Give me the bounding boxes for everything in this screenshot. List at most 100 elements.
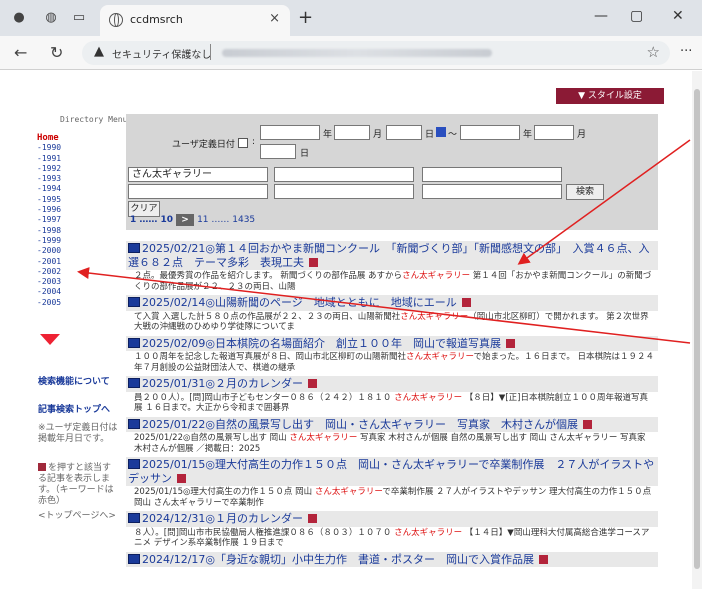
- newspaper-icon: [128, 418, 140, 429]
- article-title[interactable]: 2025/01/22◎自然の風景写し出す 岡山・さん太ギャラリー 写真家 木村さ…: [126, 416, 658, 432]
- start-day-input[interactable]: [386, 125, 422, 140]
- article-title[interactable]: 2025/02/21◎第１４回おかやま新聞コンクール 「新聞づくり部」「新聞感想…: [126, 241, 658, 270]
- year-link-2004[interactable]: -2004: [37, 287, 61, 297]
- article-title-text[interactable]: 2024/12/31◎１月のカレンダー: [142, 512, 303, 525]
- year-link-2001[interactable]: -2001: [37, 257, 61, 267]
- open-article-icon[interactable]: [461, 298, 471, 307]
- snippet-text: １００周年を記念した報道写真展が８日、岡山市北区柳町の山陽新聞社: [134, 352, 407, 362]
- tab-actions-icon[interactable]: ▭: [70, 9, 88, 27]
- url-separator: [210, 44, 211, 60]
- open-article-icon[interactable]: [539, 554, 548, 564]
- open-article-icon[interactable]: [308, 379, 317, 388]
- year-link-1999[interactable]: -1999: [37, 236, 61, 246]
- article-title[interactable]: 2025/02/14◎山陽新聞のページ 地域とともに 地域にエール: [126, 295, 658, 311]
- range-checkbox[interactable]: [436, 127, 446, 137]
- keyword-input-5[interactable]: [274, 184, 414, 199]
- article-title[interactable]: 2024/12/31◎１月のカレンダー: [126, 511, 658, 527]
- search-panel: ユーザ定義日付 : 年 月 日 ～ 年 月 日 さん太ギャラリー 検索 クリア …: [126, 114, 658, 230]
- maximize-button[interactable]: ▢: [630, 8, 643, 24]
- article-title-text[interactable]: 2025/01/22◎自然の風景写し出す 岡山・さん太ギャラリー 写真家 木村さ…: [142, 418, 578, 431]
- year-link-2000[interactable]: -2000: [37, 246, 61, 256]
- year-link-1994[interactable]: -1994: [37, 184, 61, 194]
- close-window-button[interactable]: ✕: [672, 8, 684, 24]
- article-item: 2025/01/31◎２月のカレンダー 員２００人）。[問]岡山市子どもセンター…: [126, 376, 658, 417]
- address-bar: ← ↻ ▲ セキュリティ保護なし ☆ ···: [0, 36, 702, 70]
- open-article-icon[interactable]: [177, 473, 186, 483]
- start-month-input[interactable]: [334, 125, 370, 140]
- article-item: 2025/02/21◎第１４回おかやま新聞コンクール 「新聞づくり部」「新聞感想…: [126, 241, 658, 295]
- year-link-1993[interactable]: -1993: [37, 174, 61, 184]
- new-tab-button[interactable]: +: [298, 7, 313, 28]
- keyword-highlight: さん太ギャラリー: [402, 271, 471, 281]
- article-title-text[interactable]: 2025/02/09◎日本棋院の名場面紹介 創立１００年 岡山で報道写真展: [142, 337, 501, 350]
- article-title[interactable]: 2025/02/09◎日本棋院の名場面紹介 創立１００年 岡山で報道写真展: [126, 335, 658, 351]
- end-day-label: 日: [300, 149, 310, 159]
- back-icon[interactable]: ←: [14, 43, 27, 62]
- workspaces-icon[interactable]: ◍: [42, 9, 60, 27]
- keyword-input-6[interactable]: [422, 184, 562, 199]
- year-link-2002[interactable]: -2002: [37, 267, 61, 277]
- search-top-link[interactable]: 記事検索トップへ: [38, 402, 118, 415]
- article-item: 2025/01/22◎自然の風景写し出す 岡山・さん太ギャラリー 写真家 木村さ…: [126, 416, 658, 458]
- tab-ccdmsrch[interactable]: ccdmsrch ×: [100, 5, 290, 36]
- favorite-star-icon[interactable]: ☆: [647, 43, 660, 61]
- pager-next-range[interactable]: 11 …… 1435: [197, 215, 255, 225]
- year-link-1995[interactable]: -1995: [37, 195, 61, 205]
- article-title-text[interactable]: 2025/02/21◎第１４回おかやま新聞コンクール 「新聞づくり部」「新聞感想…: [128, 242, 650, 269]
- article-title[interactable]: 2025/01/15◎理大付高生の力作１５０点 岡山・さん太ギャラリーで卒業制作…: [126, 457, 658, 486]
- warning-icon[interactable]: ▲: [94, 44, 104, 59]
- open-article-icon[interactable]: [583, 419, 592, 429]
- article-title[interactable]: 2024/12/17◎「身近な親切」小中生力作 書道・ポスター 岡山で入賞作品展: [126, 551, 658, 567]
- user-date-label: ユーザ定義日付: [172, 140, 235, 150]
- year-link-2003[interactable]: -2003: [37, 277, 61, 287]
- more-menu-icon[interactable]: ···: [680, 44, 692, 59]
- article-title-text[interactable]: 2025/01/15◎理大付高生の力作１５０点 岡山・さん太ギャラリーで卒業制作…: [128, 458, 654, 485]
- url-field[interactable]: ▲ セキュリティ保護なし ☆: [82, 41, 670, 65]
- scroll-down-arrow-icon[interactable]: [40, 334, 60, 345]
- colon-label: :: [252, 137, 256, 147]
- minimize-button[interactable]: —: [594, 8, 608, 24]
- year-link-1997[interactable]: -1997: [37, 215, 61, 225]
- pager-next-arrow[interactable]: >: [176, 214, 195, 226]
- pager-prev-range[interactable]: 1 …… 10: [130, 215, 173, 225]
- end-day-input[interactable]: [260, 144, 296, 159]
- open-article-icon[interactable]: [308, 514, 317, 523]
- open-article-note: を押すと該当する記事を表示します。（キーワードは赤色）: [38, 463, 118, 507]
- open-article-icon[interactable]: [506, 338, 515, 348]
- keyword-input-1[interactable]: さん太ギャラリー: [128, 167, 268, 182]
- year-link-1996[interactable]: -1996: [37, 205, 61, 215]
- keyword-highlight: さん太ギャラリー: [314, 487, 383, 497]
- year-link-1998[interactable]: -1998: [37, 226, 61, 236]
- keyword-highlight: さん太ギャラリー: [289, 433, 358, 443]
- year-link-1991[interactable]: -1991: [37, 154, 61, 164]
- style-settings-button[interactable]: ▼ スタイル設定: [556, 88, 664, 104]
- search-button[interactable]: 検索: [566, 184, 604, 200]
- year-link-1990[interactable]: -1990: [37, 143, 61, 153]
- tilde-label: ～: [448, 130, 458, 140]
- start-day-label: 日: [425, 130, 435, 140]
- start-year-input[interactable]: [260, 125, 320, 140]
- year-link-2005[interactable]: -2005: [37, 298, 61, 308]
- home-link[interactable]: Home: [37, 133, 61, 143]
- end-year-input[interactable]: [460, 125, 520, 140]
- close-tab-icon[interactable]: ×: [269, 11, 280, 26]
- keyword-input-4[interactable]: [128, 184, 268, 199]
- article-title-text[interactable]: 2025/02/14◎山陽新聞のページ 地域とともに 地域にエール: [142, 296, 457, 309]
- top-page-link[interactable]: <トップページへ>: [38, 511, 118, 522]
- user-date-checkbox[interactable]: [238, 138, 248, 148]
- snippet-text: ８人）。[問]岡山市市民協働局人権推進課０８６（８０３）１０７０: [134, 527, 395, 538]
- page-scrollbar[interactable]: [692, 71, 702, 589]
- article-title-text[interactable]: 2024/12/17◎「身近な親切」小中生力作 書道・ポスター 岡山で入賞作品展: [142, 553, 534, 566]
- article-title[interactable]: 2025/01/31◎２月のカレンダー: [126, 376, 658, 392]
- refresh-icon[interactable]: ↻: [50, 43, 63, 62]
- search-help-link[interactable]: 検索機能について: [38, 374, 118, 387]
- profile-icon[interactable]: ●: [10, 9, 28, 27]
- year-link-1992[interactable]: -1992: [37, 164, 61, 174]
- keyword-input-2[interactable]: [274, 167, 414, 182]
- scrollbar-thumb[interactable]: [694, 89, 700, 569]
- open-article-icon[interactable]: [309, 257, 318, 267]
- end-month-input[interactable]: [534, 125, 574, 140]
- article-title-text[interactable]: 2025/01/31◎２月のカレンダー: [142, 377, 303, 390]
- keyword-input-3[interactable]: [422, 167, 562, 182]
- start-month-label: 月: [373, 130, 383, 140]
